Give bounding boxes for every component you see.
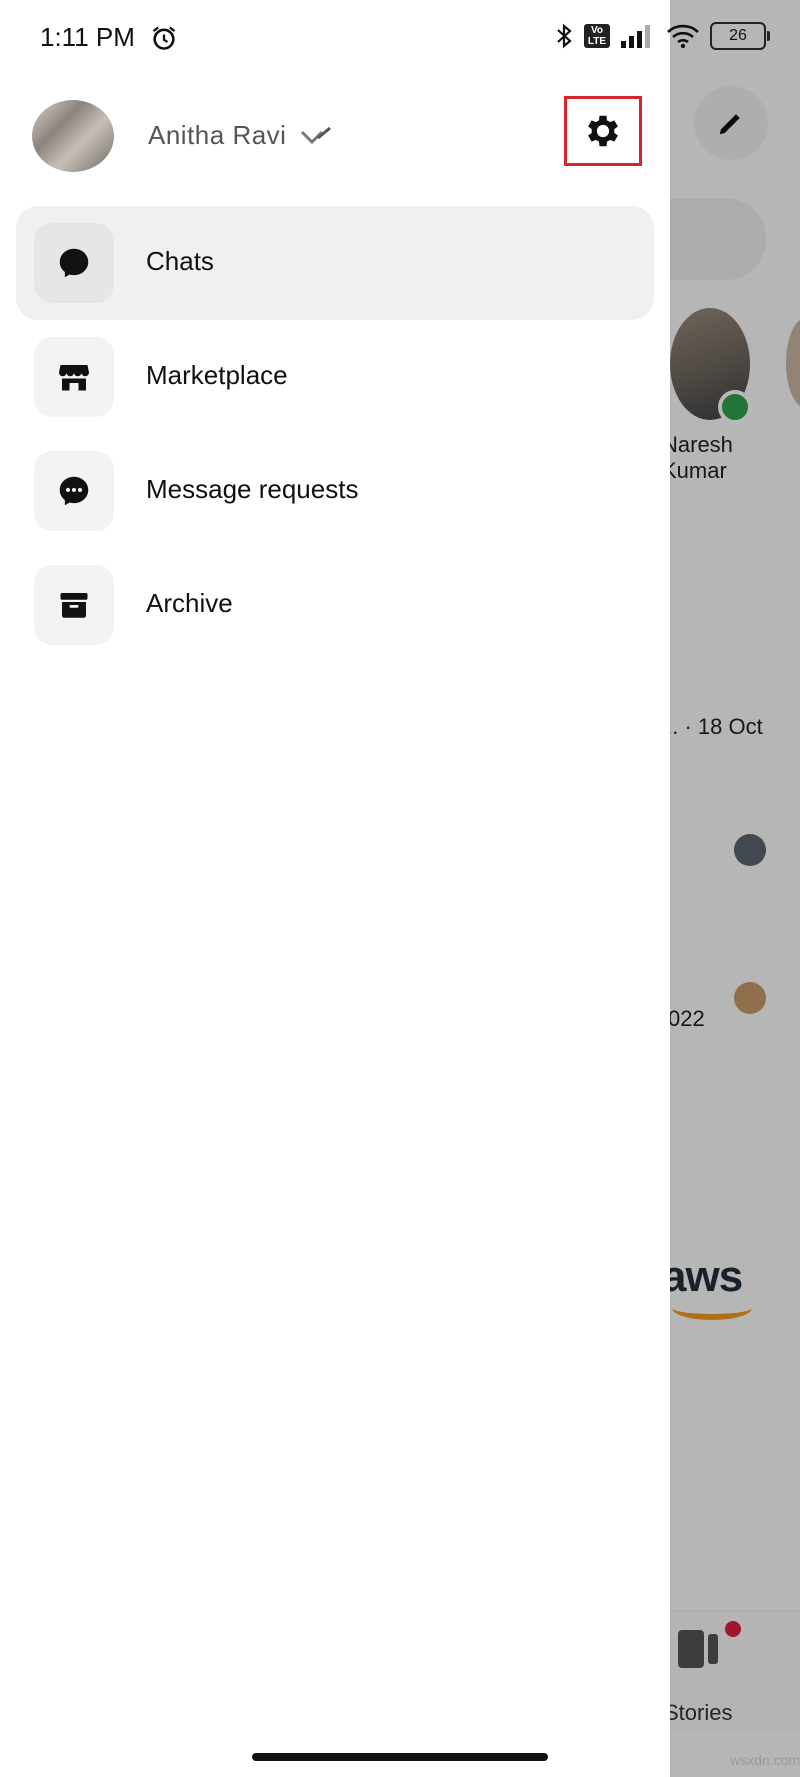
battery-icon: 26 bbox=[710, 22, 770, 50]
status-icons: Vo LTE 26 bbox=[554, 22, 770, 50]
battery-level: 26 bbox=[729, 27, 747, 44]
menu-icon-box bbox=[34, 451, 114, 531]
status-bar: 1:11 PM Vo LTE 26 bbox=[0, 0, 800, 78]
menu-item-marketplace[interactable]: Marketplace bbox=[16, 320, 654, 434]
navigation-drawer: Anitha Ravi Chats Marketplace Message re… bbox=[0, 0, 670, 1777]
profile-name: Anitha Ravi bbox=[148, 120, 287, 150]
signal-icon bbox=[621, 25, 650, 48]
switch-account-icon[interactable] bbox=[300, 126, 340, 146]
chat-bubble-icon bbox=[59, 248, 89, 278]
watermark: wsxdn.com bbox=[730, 1752, 800, 1768]
menu-item-archive[interactable]: Archive bbox=[16, 548, 654, 662]
archive-icon bbox=[60, 593, 88, 618]
menu-icon-box bbox=[34, 337, 114, 417]
menu-label-archive: Archive bbox=[146, 588, 233, 618]
settings-button[interactable] bbox=[564, 96, 642, 166]
alarm-icon bbox=[152, 26, 176, 50]
status-time: 1:11 PM bbox=[40, 22, 135, 52]
menu-icon-box bbox=[34, 223, 114, 303]
menu-label-message-requests: Message requests bbox=[146, 474, 359, 504]
gear-icon bbox=[588, 115, 618, 147]
home-indicator[interactable] bbox=[252, 1753, 548, 1761]
menu-item-message-requests[interactable]: Message requests bbox=[16, 434, 654, 548]
drawer-menu: Chats Marketplace Message requests Archi… bbox=[16, 206, 654, 662]
storefront-icon bbox=[59, 365, 89, 391]
volte-icon: Vo LTE bbox=[584, 24, 610, 48]
menu-label-chats: Chats bbox=[146, 246, 214, 276]
menu-icon-box bbox=[34, 565, 114, 645]
message-requests-icon bbox=[59, 476, 89, 506]
profile-row[interactable]: Anitha Ravi bbox=[32, 96, 652, 176]
wifi-icon bbox=[667, 24, 699, 49]
menu-label-marketplace: Marketplace bbox=[146, 360, 288, 390]
bluetooth-icon bbox=[557, 23, 572, 49]
menu-item-chats[interactable]: Chats bbox=[16, 206, 654, 320]
avatar[interactable] bbox=[32, 100, 114, 172]
